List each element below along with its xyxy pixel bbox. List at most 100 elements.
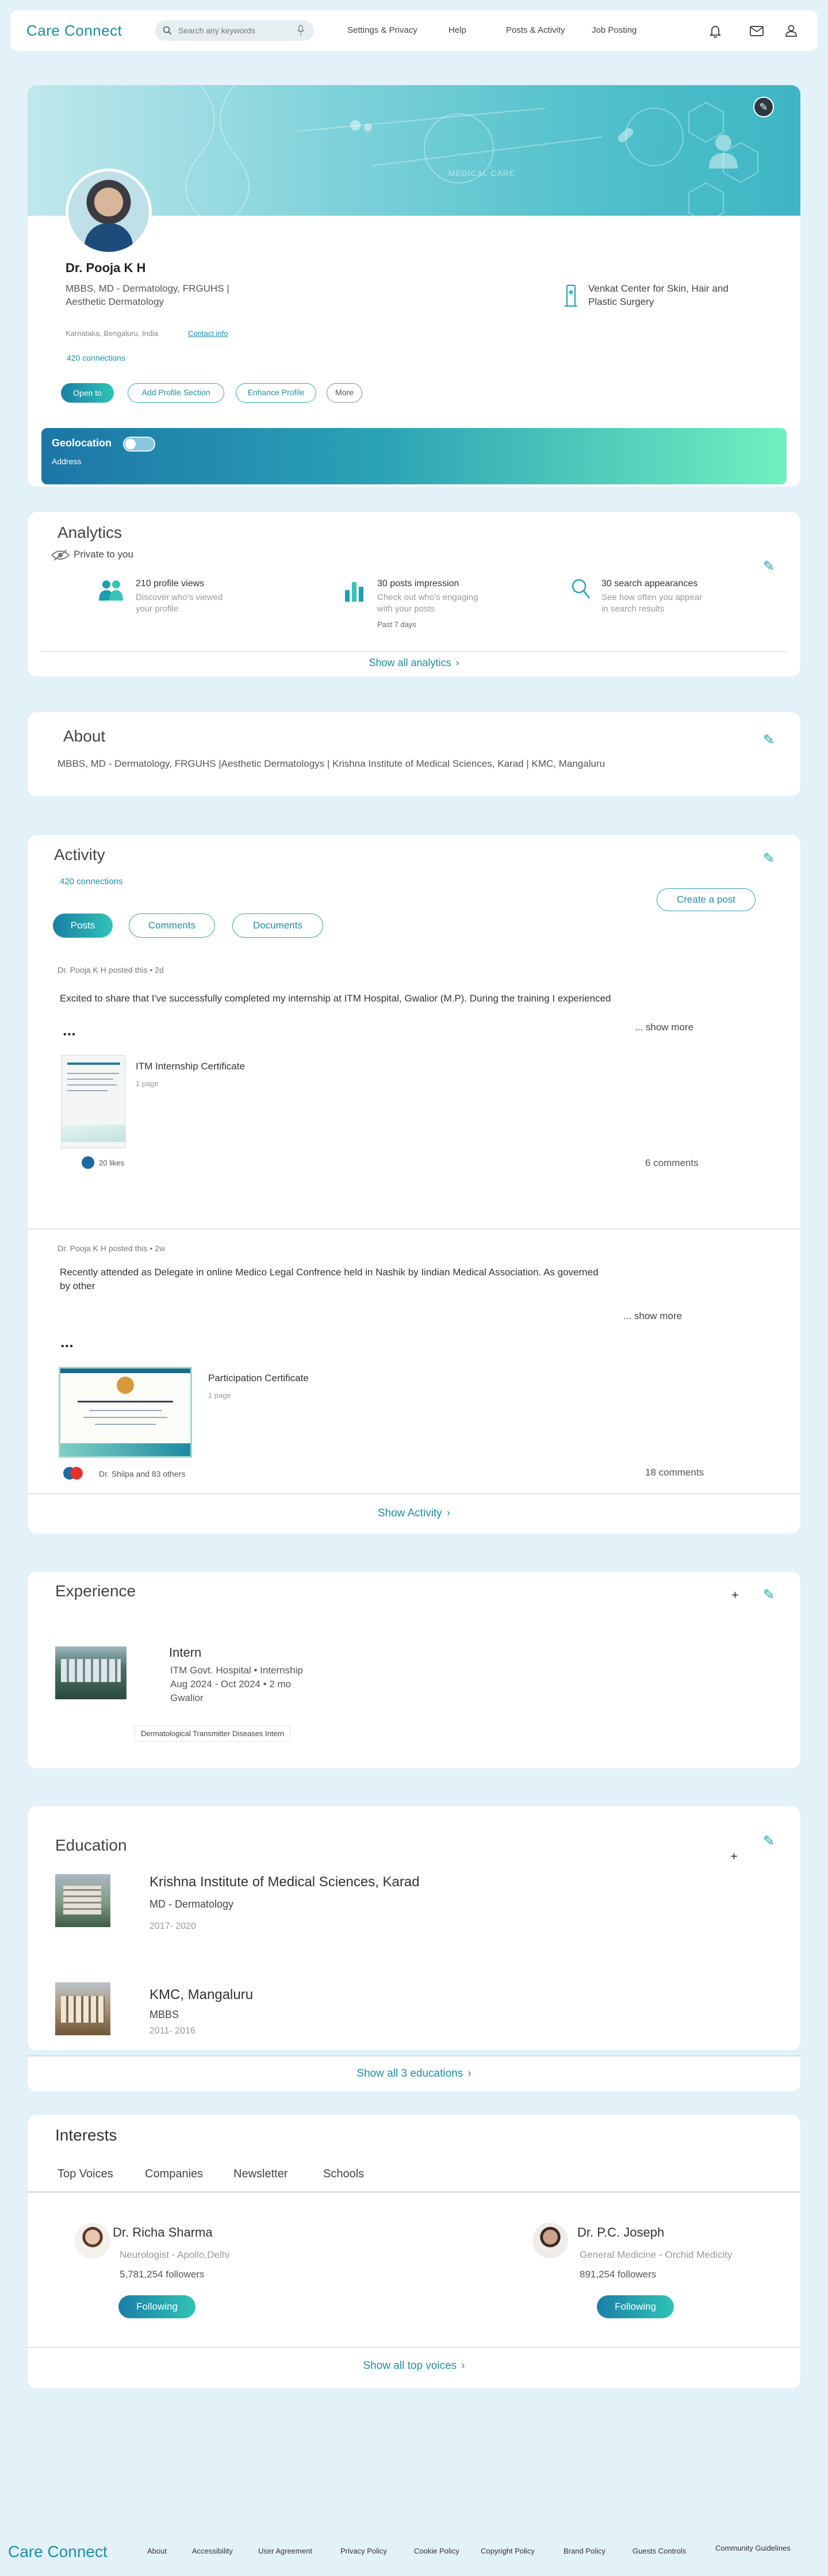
show-more-link[interactable]: ... show more <box>635 1022 693 1033</box>
bell-icon[interactable] <box>707 23 723 39</box>
footer-link-cookie-policy[interactable]: Cookie Policy <box>414 2547 459 2555</box>
profile-avatar[interactable] <box>66 169 152 255</box>
stat-search-appearances-title[interactable]: 30 search appearances <box>601 579 697 589</box>
app-logo[interactable]: Care Connect <box>26 22 122 40</box>
experience-skill-tag[interactable]: Dermatological Transmitter Diseases Inte… <box>135 1726 291 1742</box>
geolocation-toggle[interactable] <box>123 437 155 452</box>
post-time: 2d <box>155 965 164 974</box>
tab-documents[interactable]: Documents <box>232 914 323 938</box>
footer-link-accessibility[interactable]: Accessibility <box>192 2547 233 2555</box>
search-bar[interactable] <box>155 20 314 41</box>
education-footer-divider <box>28 2055 800 2056</box>
nav-settings-privacy[interactable]: Settings & Privacy <box>347 25 417 35</box>
experience-location: Gwalior <box>170 1692 204 1703</box>
edit-banner-button[interactable]: ✎ <box>753 97 774 117</box>
workplace-line-2: Plastic Surgery <box>588 296 654 307</box>
geolocation-title: Geolocation <box>52 437 112 449</box>
nav-posts-activity[interactable]: Posts & Activity <box>506 25 565 35</box>
footer-link-brand-policy[interactable]: Brand Policy <box>564 2547 605 2555</box>
open-to-button[interactable]: Open to <box>61 383 114 403</box>
likes-count[interactable]: Dr. Shilpa and 83 others <box>99 1469 185 1478</box>
voice-avatar[interactable] <box>75 2223 110 2258</box>
show-all-top-voices-link[interactable]: Show all top voices › <box>28 2360 800 2372</box>
edit-experience-button[interactable]: ✎ <box>760 1587 777 1604</box>
stat-profile-views-title[interactable]: 210 profile views <box>136 579 204 589</box>
tab-schools[interactable]: Schools <box>323 2168 364 2181</box>
dot-separator: • <box>150 1244 155 1253</box>
document-title[interactable]: Participation Certificate <box>208 1373 309 1384</box>
more-button[interactable]: More <box>327 383 362 403</box>
thumbnail-text-line <box>67 1073 119 1074</box>
create-post-button[interactable]: Create a post <box>657 888 756 911</box>
likes-count[interactable]: 20 likes <box>99 1159 124 1167</box>
edit-education-button[interactable]: ✎ <box>760 1833 777 1850</box>
certificate-thumbnail[interactable] <box>59 1367 192 1458</box>
contact-info-link[interactable]: Contact info <box>188 329 228 338</box>
show-all-educations-link[interactable]: Show all 3 educations › <box>28 2067 800 2080</box>
plus-icon: + <box>731 1588 739 1602</box>
photo-building <box>63 1886 101 1914</box>
add-profile-section-button[interactable]: Add Profile Section <box>128 383 224 403</box>
comments-count[interactable]: 6 comments <box>645 1157 699 1169</box>
activity-connections-link[interactable]: 420 connections <box>60 877 122 886</box>
school-photo <box>55 1874 110 1927</box>
stat-posts-impression-period: Past 7 days <box>377 620 416 629</box>
footer-link-privacy-policy[interactable]: Privacy Policy <box>340 2547 387 2555</box>
pencil-icon: ✎ <box>762 851 775 866</box>
nav-job-posting[interactable]: Job Posting <box>592 25 637 35</box>
footer-link-about[interactable]: About <box>147 2547 167 2555</box>
edit-analytics-button[interactable]: ✎ <box>760 558 777 575</box>
tab-companies[interactable]: Companies <box>145 2168 203 2181</box>
tab-comments[interactable]: Comments <box>129 914 215 938</box>
education-card: Education + ✎ Krishna Institute of Medic… <box>28 1806 800 2050</box>
add-education-button[interactable]: + <box>730 1849 738 1864</box>
post-options-icon[interactable]: ••• <box>61 1341 74 1352</box>
user-profile-icon[interactable] <box>783 23 799 39</box>
stat-posts-impression-title[interactable]: 30 posts impression <box>377 579 459 589</box>
footer-link-user-agreement[interactable]: User Agreement <box>258 2547 312 2555</box>
footer-link-community-guidelines[interactable]: Community Guidelines <box>715 2544 791 2552</box>
connections-link[interactable]: 420 connections <box>67 353 125 362</box>
nav-help[interactable]: Help <box>448 25 466 35</box>
dot-separator: • <box>150 965 155 974</box>
footer-link-copyright-policy[interactable]: Copyright Policy <box>481 2547 535 2555</box>
show-all-analytics-link[interactable]: Show all analytics › <box>28 657 800 669</box>
footer-link-guests-controls[interactable]: Guests Controls <box>632 2547 686 2555</box>
voice-followers: 891,254 followers <box>580 2269 657 2280</box>
voice-name[interactable]: Dr. P.C. Joseph <box>577 2225 664 2240</box>
microphone-icon[interactable] <box>297 25 305 36</box>
edit-activity-button[interactable]: ✎ <box>760 850 777 867</box>
document-title[interactable]: ITM Internship Certificate <box>136 1061 245 1072</box>
voice-followers: 5,781,254 followers <box>120 2269 205 2280</box>
show-more-link[interactable]: ... show more <box>623 1310 682 1322</box>
education-school[interactable]: KMC, Mangaluru <box>150 1987 253 2003</box>
education-degree: MD - Dermatology <box>150 1898 234 1910</box>
stat-search-appearances-desc-2: in search results <box>601 604 665 614</box>
add-experience-button[interactable]: + <box>731 1588 739 1603</box>
voice-name[interactable]: Dr. Richa Sharma <box>113 2225 213 2240</box>
love-reaction-icon <box>70 1467 83 1480</box>
following-button[interactable]: Following <box>118 2295 195 2318</box>
edit-about-button[interactable]: ✎ <box>760 732 777 749</box>
profile-headline-1: MBBS, MD - Dermatology, FRGUHS | <box>66 283 229 294</box>
tab-top-voices[interactable]: Top Voices <box>57 2168 113 2181</box>
thumbnail-title-line <box>78 1401 173 1402</box>
show-activity-link[interactable]: Show Activity › <box>28 1507 800 1520</box>
mail-icon[interactable] <box>749 23 765 39</box>
education-school[interactable]: Krishna Institute of Medical Sciences, K… <box>150 1874 420 1890</box>
post-author: Dr. Pooja K H posted this <box>57 1244 148 1253</box>
following-button[interactable]: Following <box>597 2295 674 2318</box>
comments-count[interactable]: 18 comments <box>645 1467 704 1478</box>
footer-logo[interactable]: Care Connect <box>8 2543 108 2561</box>
experience-card: Experience + ✎ Intern ITM Govt. Hospital… <box>28 1572 800 1768</box>
hospital-building-icon <box>565 285 577 307</box>
post-meta: Dr. Pooja K H posted this • 2d <box>57 965 164 974</box>
post-options-icon[interactable]: ••• <box>63 1030 76 1040</box>
tab-posts[interactable]: Posts <box>53 914 113 938</box>
voice-avatar[interactable] <box>532 2223 568 2258</box>
tab-newsletter[interactable]: Newsletter <box>233 2168 288 2181</box>
certificate-thumbnail[interactable] <box>61 1055 126 1148</box>
enhance-profile-button[interactable]: Enhance Profile <box>236 383 316 403</box>
search-input[interactable] <box>178 20 288 41</box>
stat-profile-views-desc-2: your profile <box>136 604 179 614</box>
